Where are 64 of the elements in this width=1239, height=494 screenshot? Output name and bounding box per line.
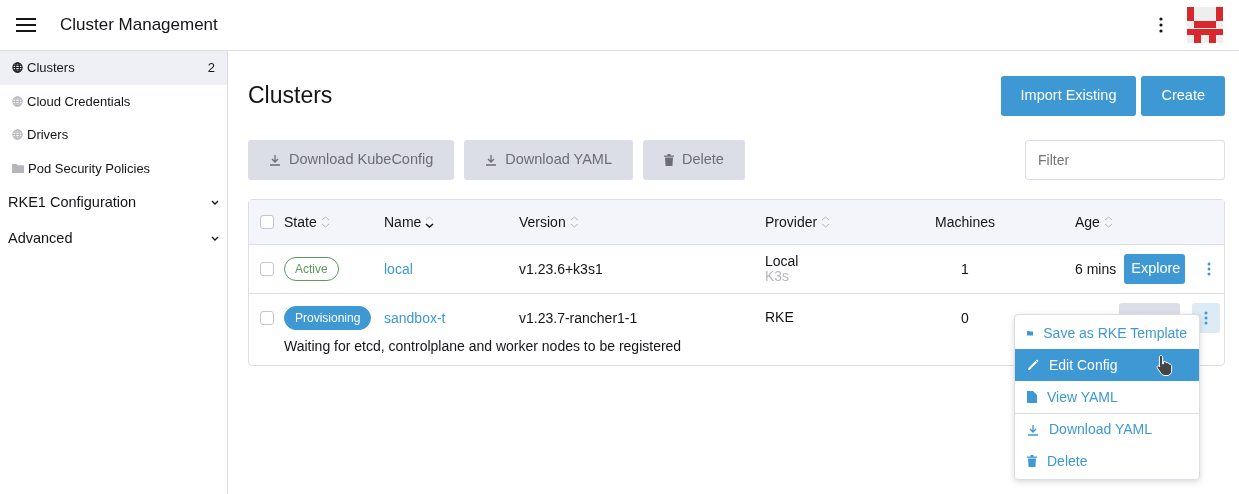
trash-icon bbox=[663, 154, 674, 166]
status-message: Waiting for etcd, controlplane and worker nodes to be registered bbox=[284, 338, 682, 354]
select-all-checkbox[interactable] bbox=[260, 215, 274, 229]
chevron-icon bbox=[211, 200, 219, 206]
machines-count: 1 bbox=[961, 260, 969, 277]
column-header: Machines bbox=[935, 212, 995, 232]
globe-icon bbox=[12, 62, 23, 74]
folder-icon bbox=[1027, 328, 1034, 338]
cluster-link[interactable]: sandbox-t bbox=[384, 309, 446, 326]
menu-item[interactable]: Delete bbox=[1015, 445, 1199, 477]
sort-icon bbox=[320, 216, 330, 228]
row-checkbox[interactable] bbox=[260, 311, 274, 325]
trash-icon bbox=[1027, 455, 1037, 467]
sidebar-item[interactable]: Clusters 2 bbox=[0, 51, 227, 85]
age-text: 6 mins bbox=[1075, 259, 1117, 279]
globe-icon bbox=[12, 95, 23, 107]
kebab-icon[interactable] bbox=[1159, 17, 1163, 33]
menu-icon[interactable] bbox=[16, 18, 36, 32]
kebab-icon bbox=[1206, 262, 1211, 276]
sidebar-group[interactable]: Advanced bbox=[0, 220, 227, 257]
machines-count: 0 bbox=[961, 309, 969, 326]
sidebar-item[interactable]: Drivers bbox=[0, 118, 227, 152]
sidebar-group[interactable]: RKE1 Configuration bbox=[0, 185, 227, 221]
version-text: v1.23.6+k3s1 bbox=[519, 260, 603, 277]
cluster-link[interactable]: local bbox=[384, 260, 413, 277]
download-icon bbox=[1027, 423, 1039, 436]
kebab-icon bbox=[1204, 311, 1208, 325]
chevron-icon bbox=[211, 236, 219, 242]
sort-icon bbox=[821, 216, 831, 228]
sort-icon bbox=[1103, 216, 1113, 228]
menu-item[interactable]: Download YAML bbox=[1015, 413, 1199, 445]
download-icon bbox=[269, 154, 281, 166]
sidebar-item[interactable]: Cloud Credentials bbox=[0, 84, 227, 118]
pencil-icon bbox=[1027, 359, 1039, 371]
column-header[interactable]: State bbox=[284, 211, 330, 233]
logo-icon[interactable] bbox=[1187, 7, 1223, 43]
download-icon bbox=[485, 154, 498, 166]
hand-cursor-icon bbox=[1156, 354, 1174, 376]
sidebar-item[interactable]: Pod Security Policies bbox=[0, 151, 227, 185]
action-button[interactable]: Create bbox=[1141, 76, 1225, 116]
action-button[interactable]: Import Existing bbox=[1000, 76, 1137, 116]
count-label: 2 bbox=[207, 59, 215, 77]
page-title: Clusters bbox=[248, 82, 333, 110]
column-header[interactable]: Provider bbox=[765, 211, 831, 233]
provider-text: Local bbox=[765, 253, 800, 269]
provider-text: RKE bbox=[765, 310, 795, 326]
menu-item[interactable]: Save as RKE Template bbox=[1015, 317, 1199, 349]
menu-item[interactable]: View YAML bbox=[1015, 381, 1199, 413]
column-header[interactable]: Name bbox=[384, 211, 435, 233]
column-header[interactable]: Age bbox=[1075, 211, 1113, 233]
state-badge: Provisioning bbox=[284, 306, 372, 330]
app-title: Cluster Management bbox=[60, 14, 218, 37]
version-text: v1.23.7-rancher1-1 bbox=[519, 309, 638, 326]
menu-item[interactable]: Edit Config bbox=[1015, 349, 1199, 381]
file-icon bbox=[1027, 391, 1037, 403]
filter-field[interactable]: Filter bbox=[1025, 140, 1225, 180]
explore-button[interactable]: Explore bbox=[1124, 254, 1186, 284]
row-checkbox[interactable] bbox=[260, 262, 274, 276]
sort-icon bbox=[569, 216, 579, 228]
globe-icon bbox=[12, 129, 23, 141]
column-header[interactable]: Version bbox=[519, 211, 579, 233]
provider-detail: K3s bbox=[765, 269, 791, 285]
sort-desc-icon bbox=[425, 216, 435, 228]
folder-icon bbox=[12, 163, 24, 174]
